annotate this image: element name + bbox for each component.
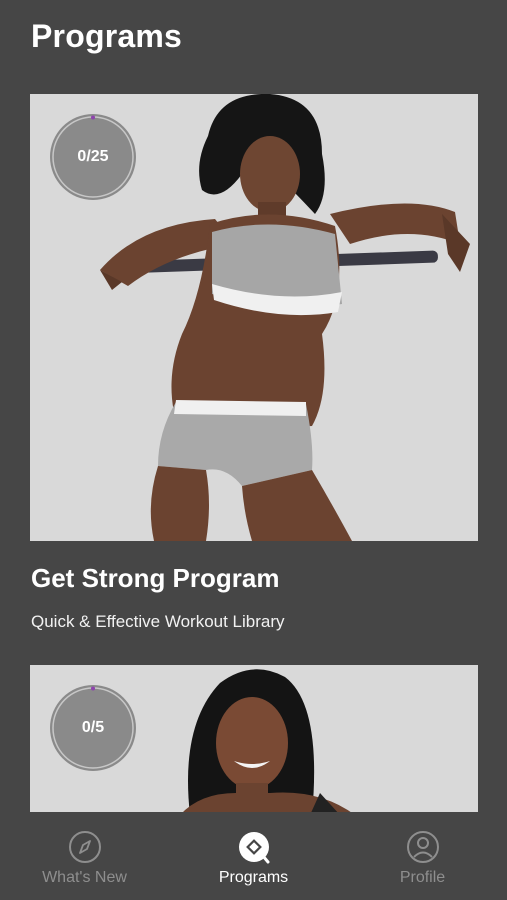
programs-screen: Programs 0/25 Get Strong Program Quick &… <box>0 0 507 900</box>
program-title[interactable]: Get Strong Program <box>31 563 279 594</box>
profile-icon <box>406 831 439 863</box>
nav-label: Programs <box>218 869 289 886</box>
nav-item-profile[interactable]: Profile <box>338 812 507 900</box>
programs-pin-icon <box>238 832 269 864</box>
bottom-navigation: What's New Programs Profile <box>0 812 507 900</box>
program-card-image[interactable]: 0/25 <box>30 94 478 541</box>
page-title: Programs <box>31 18 182 54</box>
program-subtitle: Quick & Effective Workout Library <box>31 612 285 631</box>
compass-icon <box>68 831 101 863</box>
program-progress-ring: 0/5 <box>50 685 136 771</box>
nav-label: Profile <box>399 869 446 886</box>
nav-item-whats-new[interactable]: What's New <box>0 812 169 900</box>
program-progress-ring: 0/25 <box>50 114 136 200</box>
nav-label: What's New <box>42 869 127 886</box>
program-card-image[interactable]: 0/5 <box>30 665 478 815</box>
progress-count: 0/25 <box>77 148 109 165</box>
progress-count: 0/5 <box>81 719 105 736</box>
nav-item-programs[interactable]: Programs <box>169 812 338 900</box>
